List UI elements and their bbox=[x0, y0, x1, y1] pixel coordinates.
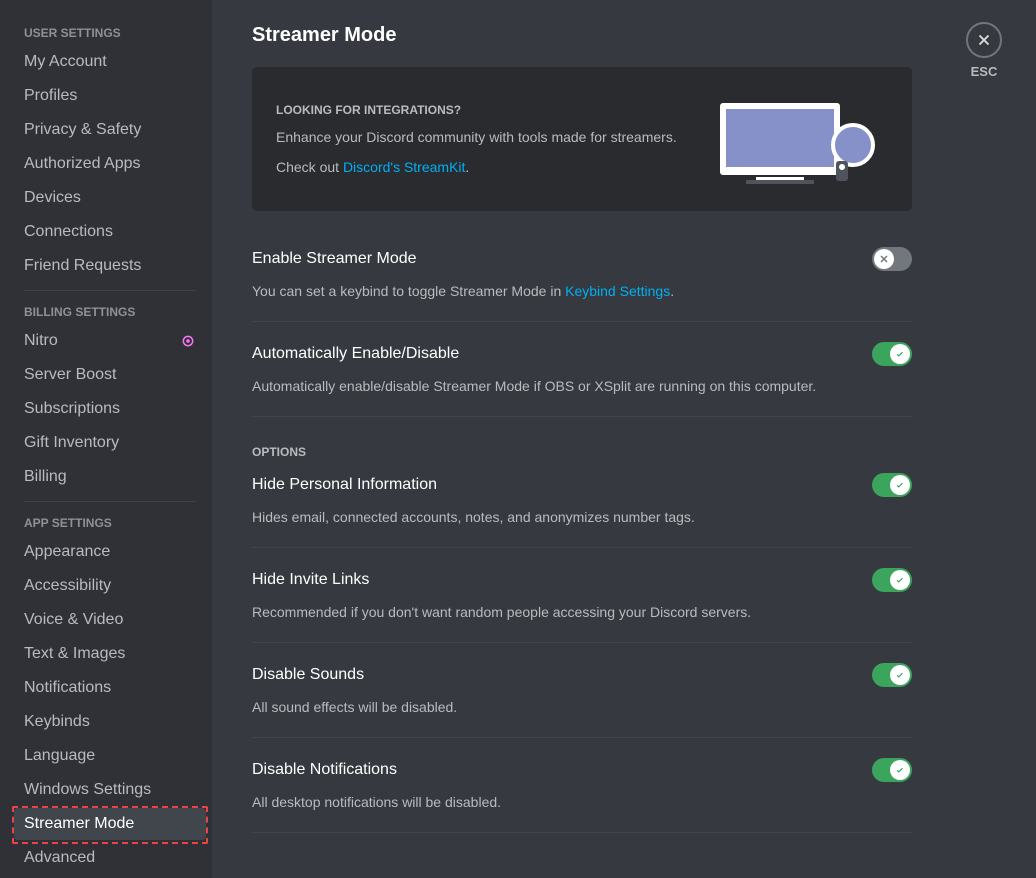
setting-title: Automatically Enable/Disable bbox=[252, 345, 459, 363]
sidebar-item-keybinds[interactable]: Keybinds bbox=[14, 706, 206, 738]
sidebar-header: App Settings bbox=[14, 510, 206, 536]
sidebar-item-billing[interactable]: Billing bbox=[14, 461, 206, 493]
setting-enable-streamer-mode: Enable Streamer Mode You can set a keybi… bbox=[252, 247, 912, 322]
esc-label: ESC bbox=[971, 64, 998, 79]
sidebar-item-label: Text & Images bbox=[24, 645, 125, 663]
sidebar-item-accessibility[interactable]: Accessibility bbox=[14, 570, 206, 602]
setting-title: Hide Personal Information bbox=[252, 476, 437, 494]
banner-illustration bbox=[708, 89, 888, 189]
x-icon bbox=[874, 249, 894, 269]
toggle-disable-notifications[interactable] bbox=[872, 758, 912, 782]
setting-description: Hides email, connected accounts, notes, … bbox=[252, 507, 912, 527]
sidebar-item-label: Connections bbox=[24, 223, 113, 241]
setting-description: Automatically enable/disable Streamer Mo… bbox=[252, 376, 912, 396]
sidebar-item-label: Nitro bbox=[24, 332, 58, 350]
sidebar-item-label: Appearance bbox=[24, 543, 110, 561]
sidebar-item-label: Streamer Mode bbox=[24, 815, 134, 833]
sidebar-separator bbox=[24, 290, 196, 291]
sidebar-item-label: Profiles bbox=[24, 87, 77, 105]
banner-description: Enhance your Discord community with tool… bbox=[276, 127, 708, 147]
sidebar-item-label: Privacy & Safety bbox=[24, 121, 141, 139]
toggle-enable-streamer-mode[interactable] bbox=[872, 247, 912, 271]
sidebar-item-devices[interactable]: Devices bbox=[14, 182, 206, 214]
setting-title: Disable Notifications bbox=[252, 761, 397, 779]
setting-description: All desktop notifications will be disabl… bbox=[252, 792, 912, 812]
sidebar-item-gift-inventory[interactable]: Gift Inventory bbox=[14, 427, 206, 459]
sidebar-item-voice-video[interactable]: Voice & Video bbox=[14, 604, 206, 636]
setting-disable-notifications: Disable Notifications All desktop notifi… bbox=[252, 758, 912, 833]
setting-description: Recommended if you don't want random peo… bbox=[252, 602, 912, 622]
sidebar-item-label: Voice & Video bbox=[24, 611, 123, 629]
sidebar-item-label: Advanced bbox=[24, 849, 95, 867]
sidebar-item-streamer-mode[interactable]: Streamer Mode bbox=[14, 808, 206, 840]
setting-automatically-enable-disable: Automatically Enable/Disable Automatical… bbox=[252, 342, 912, 417]
setting-description: All sound effects will be disabled. bbox=[252, 697, 912, 717]
page-title: Streamer Mode bbox=[252, 24, 912, 47]
setting-description: You can set a keybind to toggle Streamer… bbox=[252, 281, 912, 301]
setting-title: Hide Invite Links bbox=[252, 571, 369, 589]
check-icon bbox=[890, 760, 910, 780]
sidebar-item-windows-settings[interactable]: Windows Settings bbox=[14, 774, 206, 806]
setting-title: Disable Sounds bbox=[252, 666, 364, 684]
sidebar-item-text-images[interactable]: Text & Images bbox=[14, 638, 206, 670]
sidebar-item-advanced[interactable]: Advanced bbox=[14, 842, 206, 874]
sidebar-item-label: Subscriptions bbox=[24, 400, 120, 418]
sidebar-item-friend-requests[interactable]: Friend Requests bbox=[14, 250, 206, 282]
settings-content: ESC Streamer Mode Looking for integratio… bbox=[212, 0, 1036, 878]
toggle-hide-invite-links[interactable] bbox=[872, 568, 912, 592]
setting-hide-invite-links: Hide Invite Links Recommended if you don… bbox=[252, 568, 912, 643]
sidebar-item-label: Billing bbox=[24, 468, 67, 486]
sidebar-item-label: Notifications bbox=[24, 679, 111, 697]
sidebar-item-subscriptions[interactable]: Subscriptions bbox=[14, 393, 206, 425]
check-icon bbox=[890, 570, 910, 590]
nitro-icon bbox=[180, 333, 196, 349]
sidebar-item-profiles[interactable]: Profiles bbox=[14, 80, 206, 112]
banner-checkout: Check out Discord's StreamKit. bbox=[276, 159, 708, 175]
sidebar-item-label: Friend Requests bbox=[24, 257, 141, 275]
sidebar-item-server-boost[interactable]: Server Boost bbox=[14, 359, 206, 391]
sidebar-item-privacy-safety[interactable]: Privacy & Safety bbox=[14, 114, 206, 146]
close-button[interactable] bbox=[966, 22, 1002, 58]
sidebar-item-label: Accessibility bbox=[24, 577, 111, 595]
check-icon bbox=[890, 665, 910, 685]
setting-disable-sounds: Disable Sounds All sound effects will be… bbox=[252, 663, 912, 738]
settings-sidebar: User Settings My Account Profiles Privacy &… bbox=[0, 0, 212, 878]
sidebar-header: User Settings bbox=[14, 20, 206, 46]
sidebar-item-nitro[interactable]: Nitro bbox=[14, 325, 206, 357]
check-icon bbox=[890, 344, 910, 364]
sidebar-item-authorized-apps[interactable]: Authorized Apps bbox=[14, 148, 206, 180]
sidebar-item-label: Keybinds bbox=[24, 713, 90, 731]
sidebar-item-language[interactable]: Language bbox=[14, 740, 206, 772]
sidebar-item-notifications[interactable]: Notifications bbox=[14, 672, 206, 704]
setting-hide-personal-information: Hide Personal Information Hides email, c… bbox=[252, 473, 912, 548]
sidebar-item-label: Windows Settings bbox=[24, 781, 151, 799]
close-icon bbox=[975, 31, 993, 49]
sidebar-item-label: My Account bbox=[24, 53, 107, 71]
highlight-annotation: Streamer Mode bbox=[12, 806, 208, 844]
toggle-hide-personal-information[interactable] bbox=[872, 473, 912, 497]
keybind-settings-link[interactable]: Keybind Settings bbox=[565, 283, 670, 299]
toggle-automatically-enable-disable[interactable] bbox=[872, 342, 912, 366]
close-area: ESC bbox=[966, 22, 1002, 79]
integrations-banner: Looking for integrations? Enhance your D… bbox=[252, 67, 912, 211]
sidebar-item-my-account[interactable]: My Account bbox=[14, 46, 206, 78]
sidebar-item-label: Devices bbox=[24, 189, 81, 207]
check-icon bbox=[890, 475, 910, 495]
sidebar-header: Billing Settings bbox=[14, 299, 206, 325]
banner-title: Looking for integrations? bbox=[276, 103, 708, 117]
sidebar-item-label: Gift Inventory bbox=[24, 434, 119, 452]
setting-title: Enable Streamer Mode bbox=[252, 250, 417, 268]
streamkit-link[interactable]: Discord's StreamKit bbox=[343, 159, 465, 175]
sidebar-item-label: Language bbox=[24, 747, 95, 765]
sidebar-item-appearance[interactable]: Appearance bbox=[14, 536, 206, 568]
toggle-disable-sounds[interactable] bbox=[872, 663, 912, 687]
sidebar-separator bbox=[24, 501, 196, 502]
sidebar-item-connections[interactable]: Connections bbox=[14, 216, 206, 248]
sidebar-item-label: Authorized Apps bbox=[24, 155, 141, 173]
sidebar-item-label: Server Boost bbox=[24, 366, 116, 384]
options-header: Options bbox=[252, 445, 912, 459]
